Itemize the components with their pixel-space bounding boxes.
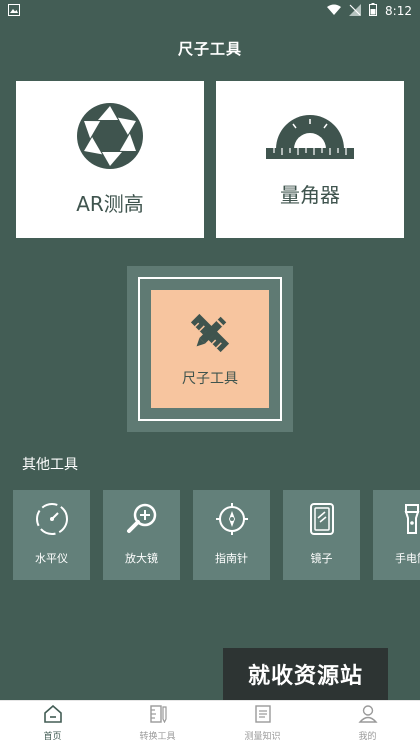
gallery-notification-icon [8,3,20,19]
mirror-tool-label: 镜子 [310,552,333,565]
nav-home-label: 首页 [43,732,62,742]
camera-aperture-icon [76,102,144,174]
no-signal-icon [349,3,362,19]
person-icon [357,705,378,727]
ruler-tool-label: 尺子工具 [182,371,238,387]
magnifier-tool-label: 放大镜 [125,552,158,565]
level-tool-label: 水平仪 [35,552,68,565]
nav-home[interactable]: 首页 [0,701,105,746]
ruler-tool-border: 尺子工具 [138,277,282,421]
ruler-tool-frame: 尺子工具 [127,266,293,432]
flashlight-icon [395,502,420,550]
nav-measure-knowledge-label: 测量知识 [244,732,281,742]
protractor-card[interactable]: 量角器 [216,81,404,238]
clock-time: 8:12 [385,4,412,18]
other-tools-list[interactable]: 水平仪 放大镜 指南针 镜子 手电 [13,490,420,580]
level-tool[interactable]: 水平仪 [13,490,90,580]
ar-measure-card[interactable]: AR测高 [16,81,204,238]
battery-icon [369,3,378,19]
flashlight-tool[interactable]: 手电筒 [373,490,420,580]
nav-measure-knowledge[interactable]: 测量知识 [210,701,315,746]
document-icon [253,705,273,727]
pencil-ruler-icon [187,310,233,360]
status-bar: 8:12 [0,0,420,22]
watermark-banner: 就收资源站 [223,648,388,700]
compass-icon [215,502,249,550]
magnifier-tool[interactable]: 放大镜 [103,490,180,580]
ruler-tool-card[interactable]: 尺子工具 [151,290,269,408]
compass-tool[interactable]: 指南针 [193,490,270,580]
bottom-nav: 首页 转换工具 测量知识 我的 [0,700,420,746]
mirror-icon [305,502,339,550]
home-icon [43,704,63,727]
page-title: 尺子工具 [177,40,242,58]
nav-mine-label: 我的 [358,732,377,742]
flashlight-tool-label: 手电筒 [395,552,420,565]
magnifier-icon [125,502,159,550]
nav-mine[interactable]: 我的 [315,701,420,746]
level-gauge-icon [35,502,69,550]
wifi-icon [327,4,342,18]
protractor-icon [266,111,354,165]
convert-tools-icon [148,705,168,727]
nav-convert-tools[interactable]: 转换工具 [105,701,210,746]
compass-tool-label: 指南针 [215,552,248,565]
nav-convert-tools-label: 转换工具 [139,732,176,742]
protractor-label: 量角器 [280,183,340,207]
ar-measure-label: AR测高 [76,192,144,216]
other-tools-title: 其他工具 [22,457,78,473]
mirror-tool[interactable]: 镜子 [283,490,360,580]
